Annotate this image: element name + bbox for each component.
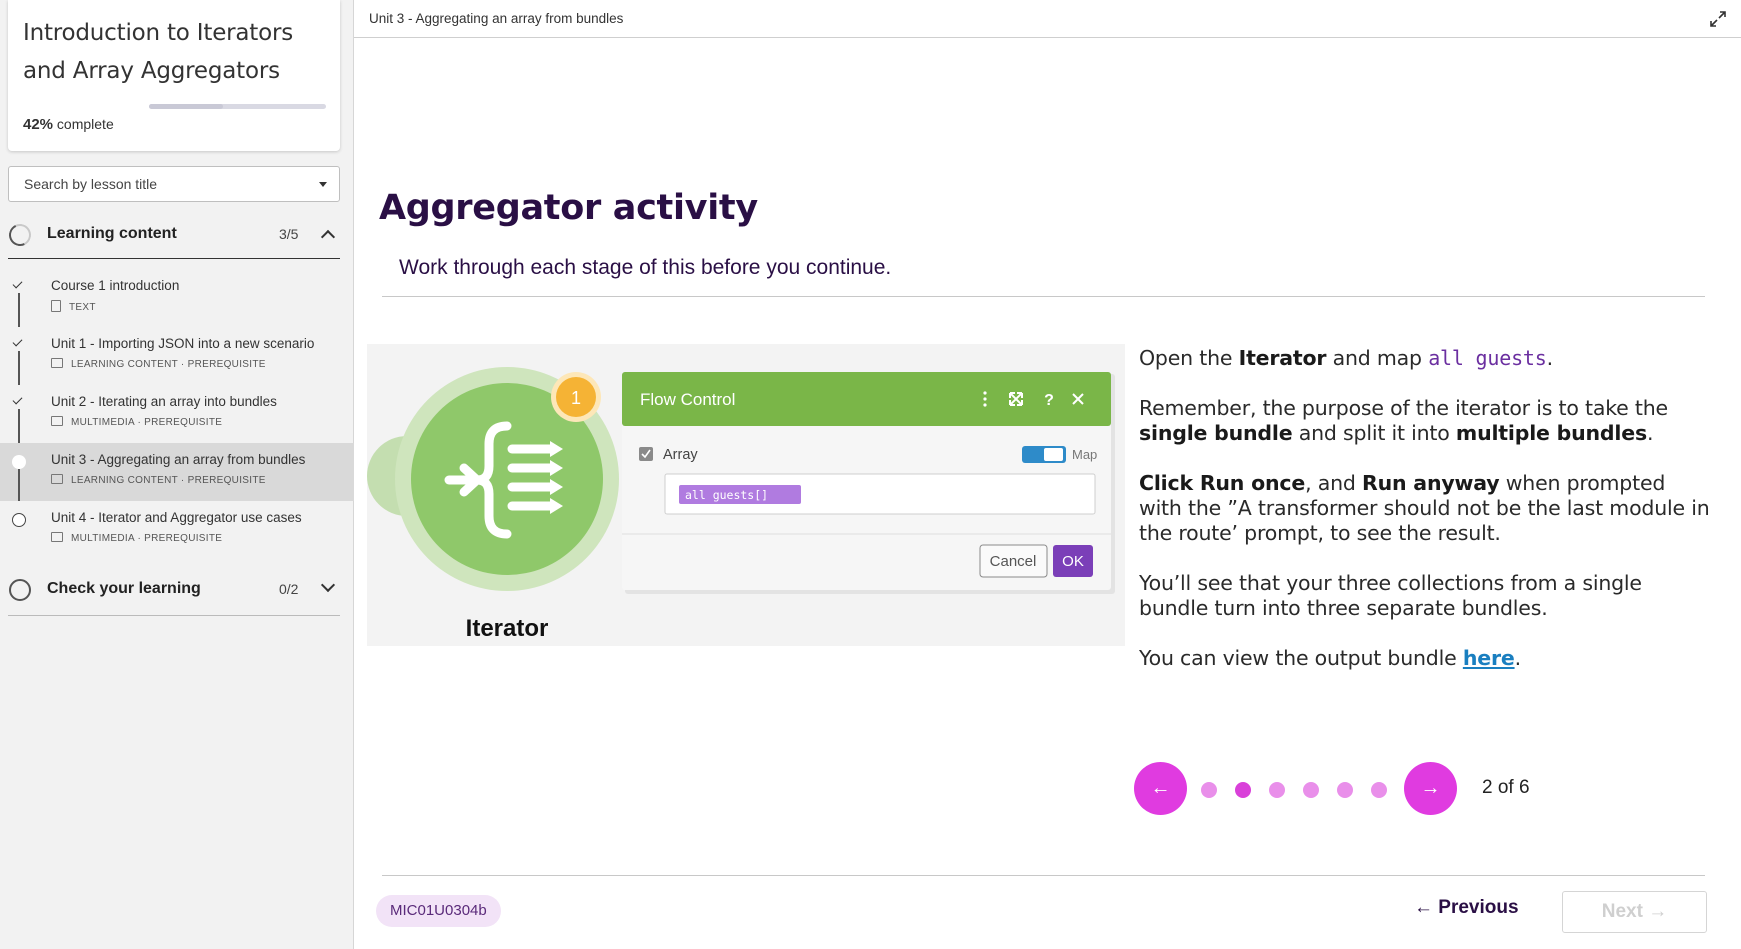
cancel-label: Cancel [990,553,1037,570]
lesson-item[interactable]: Course 1 introduction TEXT [0,269,354,327]
flow-control-illustration: 1 Iterator Flow Control ? Array Map all … [367,344,1125,646]
section-divider [8,258,340,259]
instruction-paragraph: Remember, the purpose of the iterator is… [1139,396,1668,445]
lesson-content: Unit 3 - Aggregating an array from bundl… [354,0,1741,949]
pager-dot[interactable] [1337,782,1353,798]
document-icon [51,300,61,312]
progress-bar-fill [149,104,224,109]
page-subtitle: Work through each stage of this before y… [399,256,892,279]
map-toggle-knob [1044,448,1063,461]
lesson-meta: LEARNING CONTENT · PREREQUISITE [51,474,266,486]
pager-dot[interactable] [1235,782,1251,798]
instruction-paragraph: You can view the output bundle here. [1139,646,1521,670]
current-dot-icon [12,455,26,469]
timeline-line [18,293,20,327]
section-count: 3/5 [279,226,299,242]
media-icon [51,416,63,426]
lesson-title: Course 1 introduction [51,278,180,293]
instructions: Open the Iterator and map all guests. Re… [1139,346,1714,696]
section-label: Check your learning [47,580,201,597]
code-snippet: all guests [1428,346,1547,370]
check-icon [12,394,23,405]
lesson-title: Unit 4 - Iterator and Aggregator use cas… [51,510,302,525]
lesson-item[interactable]: Unit 2 - Iterating an array into bundles… [0,385,354,443]
ok-label: OK [1062,553,1084,570]
badge-number: 1 [571,388,581,408]
divider [382,296,1705,297]
output-bundle-link[interactable]: here [1463,646,1515,670]
check-icon [12,278,23,289]
progress-text: 42% complete [23,116,114,133]
instruction-paragraph: You’ll see that your three collections f… [1139,571,1642,620]
next-slide-button[interactable]: → [1404,762,1457,815]
lesson-title: Unit 2 - Iterating an array into bundles [51,394,277,409]
dialog-title: Flow Control [640,390,735,409]
section-learning-content[interactable]: Learning content 3/5 [5,215,340,255]
top-bar: Unit 3 - Aggregating an array from bundl… [354,0,1741,38]
check-icon [12,336,23,347]
lesson-title: Unit 3 - Aggregating an array from bundl… [51,452,306,467]
progress-ring-icon [5,220,35,250]
caret-down-icon [319,182,327,187]
pager-dot[interactable] [1371,782,1387,798]
previous-button[interactable]: ← Previous [1414,897,1519,919]
mapped-pill-text: all guests[] [685,488,768,502]
progress-value: 42% [23,116,54,133]
instruction-paragraph: Open the Iterator and map all guests. [1139,346,1553,370]
lesson-meta: LEARNING CONTENT · PREREQUISITE [51,358,266,370]
course-card: Introduction to Iterators and Array Aggr… [8,0,340,151]
help-icon: ? [1044,392,1054,409]
lesson-meta: MULTIMEDIA · PREREQUISITE [51,532,222,544]
lesson-item[interactable]: Unit 4 - Iterator and Aggregator use cas… [0,501,354,559]
page-title: Aggregator activity [379,188,758,228]
section-label: Learning content [47,225,177,242]
media-icon [51,532,63,542]
media-icon [51,358,63,368]
timeline-line [18,351,20,385]
timeline-line [18,469,20,501]
section-check-your-learning[interactable]: Check your learning 0/2 [8,570,340,610]
section-divider [8,615,340,616]
lesson-meta: MULTIMEDIA · PREREQUISITE [51,416,222,428]
lesson-title: Unit 1 - Importing JSON into a new scena… [51,336,315,351]
chevron-down-icon[interactable] [320,577,336,593]
pager-dot[interactable] [1201,782,1217,798]
field-label: Array [663,447,698,463]
pager-dot[interactable] [1269,782,1285,798]
lesson-item-current[interactable]: Unit 3 - Aggregating an array from bundl… [0,443,354,501]
course-title: Introduction to Iterators and Array Aggr… [23,20,294,84]
more-icon [983,391,987,407]
progress-bar [149,104,326,109]
breadcrumb: Unit 3 - Aggregating an array from bundl… [369,11,624,26]
chevron-up-icon[interactable] [320,229,336,245]
prev-slide-button[interactable]: ← [1134,762,1187,815]
instruction-paragraph: Click Run once, and Run anyway when prom… [1139,471,1710,545]
timeline-line [18,409,20,443]
map-toggle-label: Map [1072,447,1097,462]
progress-label: complete [56,116,114,132]
checkbox-icon [639,447,653,461]
lesson-search-placeholder: Search by lesson title [24,176,158,192]
next-button[interactable]: Next → [1562,891,1707,933]
module-label: Iterator [466,615,549,642]
footer-divider [382,875,1705,876]
slide-counter: 2 of 6 [1482,777,1530,798]
section-count: 0/2 [279,581,299,597]
lesson-item[interactable]: Unit 1 - Importing JSON into a new scena… [0,327,354,385]
expand-icon[interactable] [1709,10,1727,28]
course-sidebar: Introduction to Iterators and Array Aggr… [0,0,354,949]
illustration-svg: 1 Iterator Flow Control ? Array Map all … [367,367,1115,642]
slide-pager: ← → 2 of 6 [1134,762,1554,816]
lesson-search-select[interactable]: Search by lesson title [8,166,340,202]
lesson-code-tag: MIC01U0304b [376,895,501,927]
empty-ring-icon [9,579,31,601]
lesson-list: Course 1 introduction TEXT Unit 1 - Impo… [0,269,354,559]
media-icon [51,474,63,484]
pager-dot[interactable] [1303,782,1319,798]
empty-circle-icon [12,513,26,527]
lesson-meta: TEXT [51,300,96,313]
